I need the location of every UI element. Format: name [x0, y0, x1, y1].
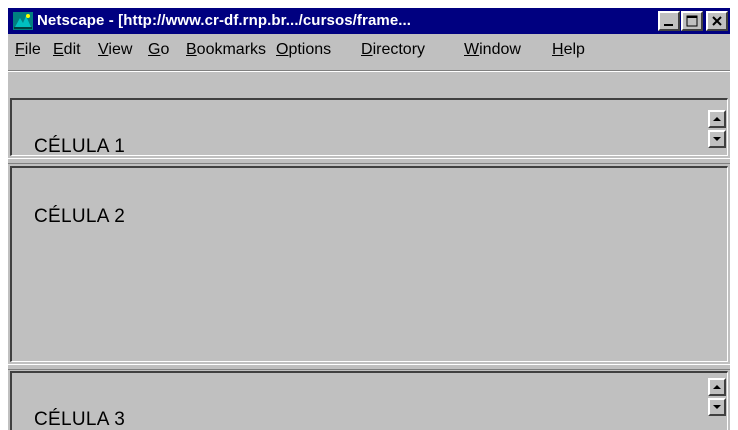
menu-help[interactable]: Help — [552, 40, 585, 60]
frame-divider-2[interactable] — [8, 364, 730, 370]
close-button[interactable] — [706, 11, 728, 31]
menu-window[interactable]: Window — [464, 40, 521, 60]
frame-3-scrollbar[interactable] — [707, 373, 727, 430]
frame-1-scrollbar[interactable] — [707, 100, 727, 155]
arrow-down-icon — [713, 405, 721, 409]
arrow-down-icon — [713, 137, 721, 141]
menu-directory[interactable]: Directory — [361, 40, 425, 60]
browser-window: Netscape - [http://www.cr-df.rnp.br.../c… — [8, 8, 730, 430]
menu-bar: File Edit View Go Bookmarks Options Dire… — [8, 34, 730, 68]
minimize-button[interactable] — [658, 11, 680, 31]
frame-3[interactable]: CÉLULA 3 — [10, 371, 728, 430]
menu-view[interactable]: View — [98, 40, 132, 60]
frame-divider-1[interactable] — [8, 158, 730, 164]
menu-bookmarks[interactable]: Bookmarks — [186, 40, 266, 60]
title-bar[interactable]: Netscape - [http://www.cr-df.rnp.br.../c… — [8, 8, 730, 34]
menu-separator — [8, 70, 730, 72]
close-icon — [712, 16, 722, 26]
window-title: Netscape - [http://www.cr-df.rnp.br.../c… — [37, 12, 412, 29]
frame-1-scroll-down-button[interactable] — [708, 130, 726, 148]
arrow-up-icon — [713, 385, 721, 389]
maximize-icon — [686, 15, 698, 27]
frame-1[interactable]: CÉLULA 1 — [10, 98, 728, 156]
frame-2-label: CÉLULA 2 — [34, 206, 126, 227]
maximize-button[interactable] — [681, 11, 703, 31]
frame-1-label: CÉLULA 1 — [34, 136, 126, 156]
menu-go[interactable]: Go — [148, 40, 169, 60]
menu-options[interactable]: Options — [276, 40, 331, 60]
frame-1-scroll-up-button[interactable] — [708, 110, 726, 128]
frame-3-scroll-up-button[interactable] — [708, 378, 726, 396]
frame-2[interactable]: CÉLULA 2 — [10, 166, 728, 362]
frame-3-scroll-down-button[interactable] — [708, 398, 726, 416]
minimize-icon — [664, 24, 673, 26]
menu-file[interactable]: File — [15, 40, 41, 60]
frame-3-label: CÉLULA 3 — [34, 409, 126, 430]
arrow-up-icon — [713, 117, 721, 121]
menu-edit[interactable]: Edit — [53, 40, 81, 60]
netscape-icon — [13, 12, 33, 30]
